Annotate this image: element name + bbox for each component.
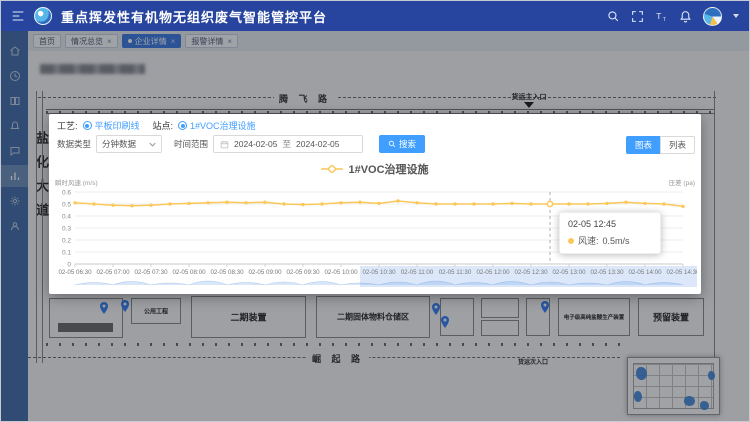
data-type-value: 分钟数据 bbox=[102, 138, 145, 150]
svg-text:0.2: 0.2 bbox=[62, 237, 71, 244]
svg-text:02-05 11:30: 02-05 11:30 bbox=[439, 269, 472, 276]
time-range-label: 时间范围 bbox=[174, 138, 208, 150]
view-chart-button[interactable]: 图表 bbox=[626, 136, 661, 154]
app-title: 重点挥发性有机物无组织废气智能管控平台 bbox=[61, 7, 327, 26]
chevron-down-icon bbox=[149, 142, 156, 147]
svg-text:02-05 14:30: 02-05 14:30 bbox=[666, 269, 697, 276]
bell-icon[interactable] bbox=[679, 10, 692, 23]
svg-text:T: T bbox=[663, 16, 667, 22]
date-start-value[interactable]: 2024-02-05 bbox=[234, 139, 277, 149]
station-radio[interactable] bbox=[178, 121, 187, 130]
search-icon[interactable] bbox=[607, 10, 620, 23]
station-data-modal: 工艺: 平板印刷线 站点: 1#VOC治理设施 数据类型 分钟数据 时间范围 2… bbox=[49, 114, 701, 294]
tooltip-series-dot bbox=[568, 238, 574, 244]
view-list-button[interactable]: 列表 bbox=[660, 136, 695, 154]
svg-text:02-05 13:00: 02-05 13:00 bbox=[552, 269, 586, 276]
search-button-label: 搜索 bbox=[399, 138, 416, 150]
svg-text:0.4: 0.4 bbox=[62, 213, 71, 220]
data-type-label: 数据类型 bbox=[57, 138, 91, 150]
svg-text:02-05 14:00: 02-05 14:00 bbox=[628, 269, 662, 276]
process-option-label[interactable]: 平板印刷线 bbox=[95, 119, 140, 132]
search-icon bbox=[388, 140, 396, 148]
collapse-menu-icon[interactable] bbox=[10, 8, 26, 24]
svg-text:02-05 08:00: 02-05 08:00 bbox=[172, 269, 206, 276]
svg-text:02-05 12:30: 02-05 12:30 bbox=[514, 269, 548, 276]
svg-text:02-05 07:30: 02-05 07:30 bbox=[134, 269, 168, 276]
station-option-label[interactable]: 1#VOC治理设施 bbox=[190, 119, 256, 132]
svg-text:02-05 06:30: 02-05 06:30 bbox=[58, 269, 92, 276]
svg-text:02-05 10:30: 02-05 10:30 bbox=[362, 269, 396, 276]
app-header: 重点挥发性有机物无组织废气智能管控平台 TT bbox=[1, 1, 749, 31]
svg-text:02-05 09:30: 02-05 09:30 bbox=[286, 269, 320, 276]
app-window: 重点挥发性有机物无组织废气智能管控平台 TT 首页情况总览×企业详情×报警详情× bbox=[0, 0, 750, 422]
data-type-select[interactable]: 分钟数据 bbox=[96, 135, 162, 153]
date-end-value[interactable]: 2024-02-05 bbox=[296, 139, 339, 149]
svg-text:02-05 11:00: 02-05 11:00 bbox=[401, 269, 434, 276]
filter-row-radios: 工艺: 平板印刷线 站点: 1#VOC治理设施 bbox=[57, 119, 256, 132]
station-label: 站点: bbox=[153, 119, 174, 132]
svg-text:0: 0 bbox=[67, 261, 71, 268]
svg-text:T: T bbox=[656, 11, 662, 21]
process-label: 工艺: bbox=[57, 119, 78, 132]
tooltip-time: 02-05 12:45 bbox=[568, 219, 652, 229]
caret-down-icon[interactable] bbox=[733, 14, 739, 18]
process-radio[interactable] bbox=[83, 121, 92, 130]
svg-text:02-05 10:00: 02-05 10:00 bbox=[324, 269, 358, 276]
search-button[interactable]: 搜索 bbox=[379, 135, 425, 153]
app-logo bbox=[34, 7, 52, 25]
content-area: 首页情况总览×企业详情×报警详情× 腾 飞 路 货运主入口 盐化大道 公用工程 … bbox=[1, 31, 749, 421]
view-toggle: 图表 列表 bbox=[626, 136, 695, 154]
font-size-icon[interactable]: TT bbox=[655, 10, 668, 23]
date-range-picker[interactable]: 2024-02-05 至 2024-02-05 bbox=[213, 135, 363, 153]
svg-text:0.5: 0.5 bbox=[62, 201, 71, 208]
svg-text:02-05 12:00: 02-05 12:00 bbox=[476, 269, 510, 276]
tooltip-series-label: 风速: bbox=[578, 234, 599, 247]
filter-row-controls: 数据类型 分钟数据 时间范围 2024-02-05 至 2024-02-05 搜… bbox=[57, 134, 425, 154]
svg-text:02-05 07:00: 02-05 07:00 bbox=[96, 269, 130, 276]
chart-legend[interactable]: 1#VOC治理设施 bbox=[49, 161, 701, 177]
legend-marker-icon bbox=[321, 165, 343, 173]
user-avatar[interactable] bbox=[703, 7, 722, 26]
legend-label: 1#VOC治理设施 bbox=[348, 161, 428, 177]
svg-text:压差 (pa): 压差 (pa) bbox=[669, 178, 695, 187]
svg-text:瞬时风速 (m/s): 瞬时风速 (m/s) bbox=[55, 178, 98, 187]
svg-text:0.6: 0.6 bbox=[62, 189, 71, 196]
chart-tooltip: 02-05 12:45 风速: 0.5m/s bbox=[559, 212, 661, 254]
svg-text:0.1: 0.1 bbox=[62, 249, 71, 256]
svg-text:0.3: 0.3 bbox=[62, 225, 71, 232]
svg-text:02-05 09:00: 02-05 09:00 bbox=[248, 269, 282, 276]
tooltip-value: 0.5m/s bbox=[603, 236, 630, 246]
svg-text:02-05 13:30: 02-05 13:30 bbox=[590, 269, 624, 276]
svg-text:02-05 08:30: 02-05 08:30 bbox=[210, 269, 244, 276]
calendar-icon bbox=[220, 140, 229, 149]
fullscreen-icon[interactable] bbox=[631, 10, 644, 23]
date-separator: 至 bbox=[283, 138, 292, 150]
